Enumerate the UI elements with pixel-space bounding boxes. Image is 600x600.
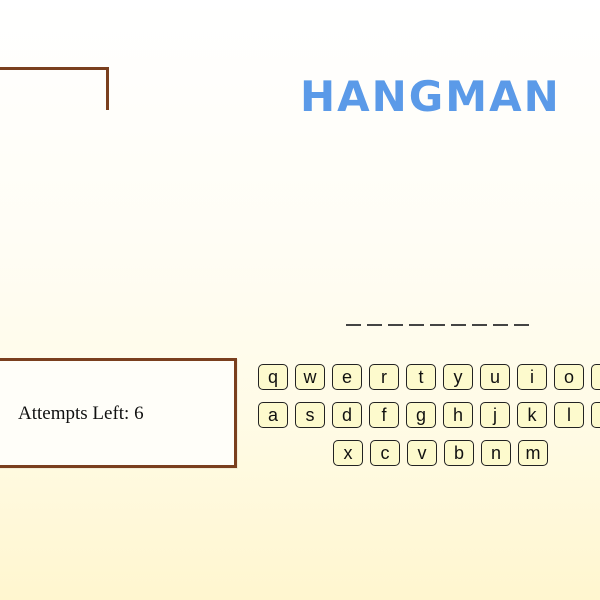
key-b[interactable]: b: [444, 440, 474, 466]
letter-blank: [427, 302, 448, 326]
key-e[interactable]: e: [332, 364, 362, 390]
key-x[interactable]: x: [333, 440, 363, 466]
key-q[interactable]: q: [258, 364, 288, 390]
key-a[interactable]: a: [258, 402, 288, 428]
gallows-rope: [106, 67, 109, 110]
letter-blank: [343, 302, 364, 326]
key-f[interactable]: f: [369, 402, 399, 428]
key-p[interactable]: p: [591, 364, 600, 390]
word-blanks: [343, 302, 532, 326]
key-s[interactable]: s: [295, 402, 325, 428]
attempts-left-label: Attempts Left: 6: [18, 403, 144, 424]
letter-blank: [490, 302, 511, 326]
letter-blank: [448, 302, 469, 326]
key-m[interactable]: m: [518, 440, 548, 466]
game-title: HANGMAN: [300, 72, 561, 121]
letter-blank: [469, 302, 490, 326]
key-u[interactable]: u: [480, 364, 510, 390]
keyboard-row-2: a s d f g h j k l: [258, 402, 600, 428]
key-k[interactable]: k: [517, 402, 547, 428]
key-y[interactable]: y: [443, 364, 473, 390]
key-i[interactable]: i: [517, 364, 547, 390]
keyboard-row-3: x c v b n m: [333, 440, 548, 466]
letter-keyboard: q w e r t y u i o p a s d f g h j k l x …: [258, 364, 600, 474]
keyboard-row-1: q w e r t y u i o p: [258, 364, 600, 390]
key-l[interactable]: l: [554, 402, 584, 428]
key-v[interactable]: v: [407, 440, 437, 466]
letter-blank: [511, 302, 532, 326]
key-t[interactable]: t: [406, 364, 436, 390]
key-h[interactable]: h: [443, 402, 473, 428]
key-j[interactable]: j: [480, 402, 510, 428]
key-r[interactable]: r: [369, 364, 399, 390]
key-d[interactable]: d: [332, 402, 362, 428]
key-partial[interactable]: [591, 402, 600, 428]
letter-blank: [406, 302, 427, 326]
key-c[interactable]: c: [370, 440, 400, 466]
key-g[interactable]: g: [406, 402, 436, 428]
gallows-beam: [0, 67, 109, 70]
key-n[interactable]: n: [481, 440, 511, 466]
letter-blank: [385, 302, 406, 326]
key-w[interactable]: w: [295, 364, 325, 390]
key-o[interactable]: o: [554, 364, 584, 390]
letter-blank: [364, 302, 385, 326]
